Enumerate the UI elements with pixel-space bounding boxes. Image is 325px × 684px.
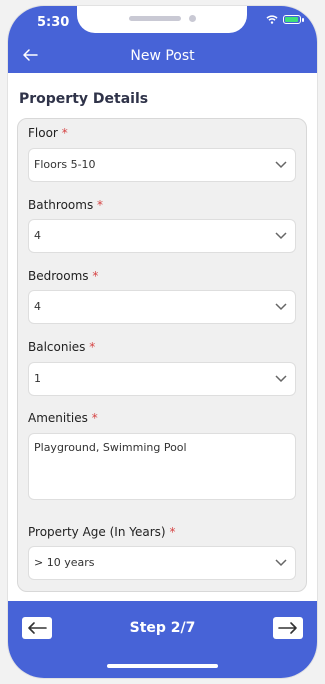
arrow-right-icon	[278, 622, 297, 634]
bathrooms-label: Bathrooms *	[28, 198, 104, 212]
floor-label: Floor *	[28, 126, 68, 140]
required-marker: *	[61, 126, 68, 140]
next-step-button[interactable]	[273, 617, 303, 639]
amenities-textarea[interactable]: Playground, Swimming Pool	[28, 433, 296, 500]
bathrooms-value: 4	[34, 229, 41, 242]
property-details-card	[17, 118, 307, 592]
status-time: 5:30	[37, 15, 70, 30]
required-marker: *	[92, 269, 99, 283]
floor-value: Floors 5-10	[34, 158, 96, 171]
front-camera	[189, 15, 196, 22]
required-marker: *	[97, 198, 104, 212]
step-footer: Step 2/7	[8, 601, 317, 678]
chevron-down-icon	[275, 559, 287, 567]
chevron-down-icon	[275, 161, 287, 169]
bathrooms-select[interactable]: 4	[28, 219, 296, 253]
app-header: 5:30 New Post	[8, 6, 317, 73]
status-icons	[266, 15, 304, 24]
property-age-label: Property Age (In Years) *	[28, 525, 176, 539]
device-notch	[77, 6, 247, 33]
balconies-label: Balconies *	[28, 340, 96, 354]
speaker-grille	[129, 16, 181, 21]
wifi-icon	[266, 15, 278, 24]
chevron-down-icon	[275, 303, 287, 311]
page-title: New Post	[130, 48, 195, 64]
bedrooms-select[interactable]: 4	[28, 290, 296, 324]
phone-frame: 5:30 New Post Property Details Floor * F…	[0, 0, 325, 684]
section-title: Property Details	[19, 91, 149, 107]
property-age-value: > 10 years	[34, 556, 95, 569]
chevron-down-icon	[275, 375, 287, 383]
chevron-down-icon	[275, 232, 287, 240]
battery-icon	[283, 15, 304, 24]
balconies-select[interactable]: 1	[28, 362, 296, 396]
app-screen: 5:30 New Post Property Details Floor * F…	[8, 6, 317, 678]
step-indicator: Step 2/7	[129, 620, 196, 636]
property-age-select[interactable]: > 10 years	[28, 546, 296, 580]
amenities-value: Playground, Swimming Pool	[34, 441, 187, 454]
required-marker: *	[169, 525, 176, 539]
balconies-value: 1	[34, 372, 41, 385]
required-marker: *	[91, 411, 98, 425]
amenities-label: Amenities *	[28, 411, 98, 425]
bedrooms-label: Bedrooms *	[28, 269, 99, 283]
floor-select[interactable]: Floors 5-10	[28, 148, 296, 182]
bedrooms-value: 4	[34, 300, 41, 313]
home-indicator	[107, 664, 218, 668]
required-marker: *	[89, 340, 96, 354]
